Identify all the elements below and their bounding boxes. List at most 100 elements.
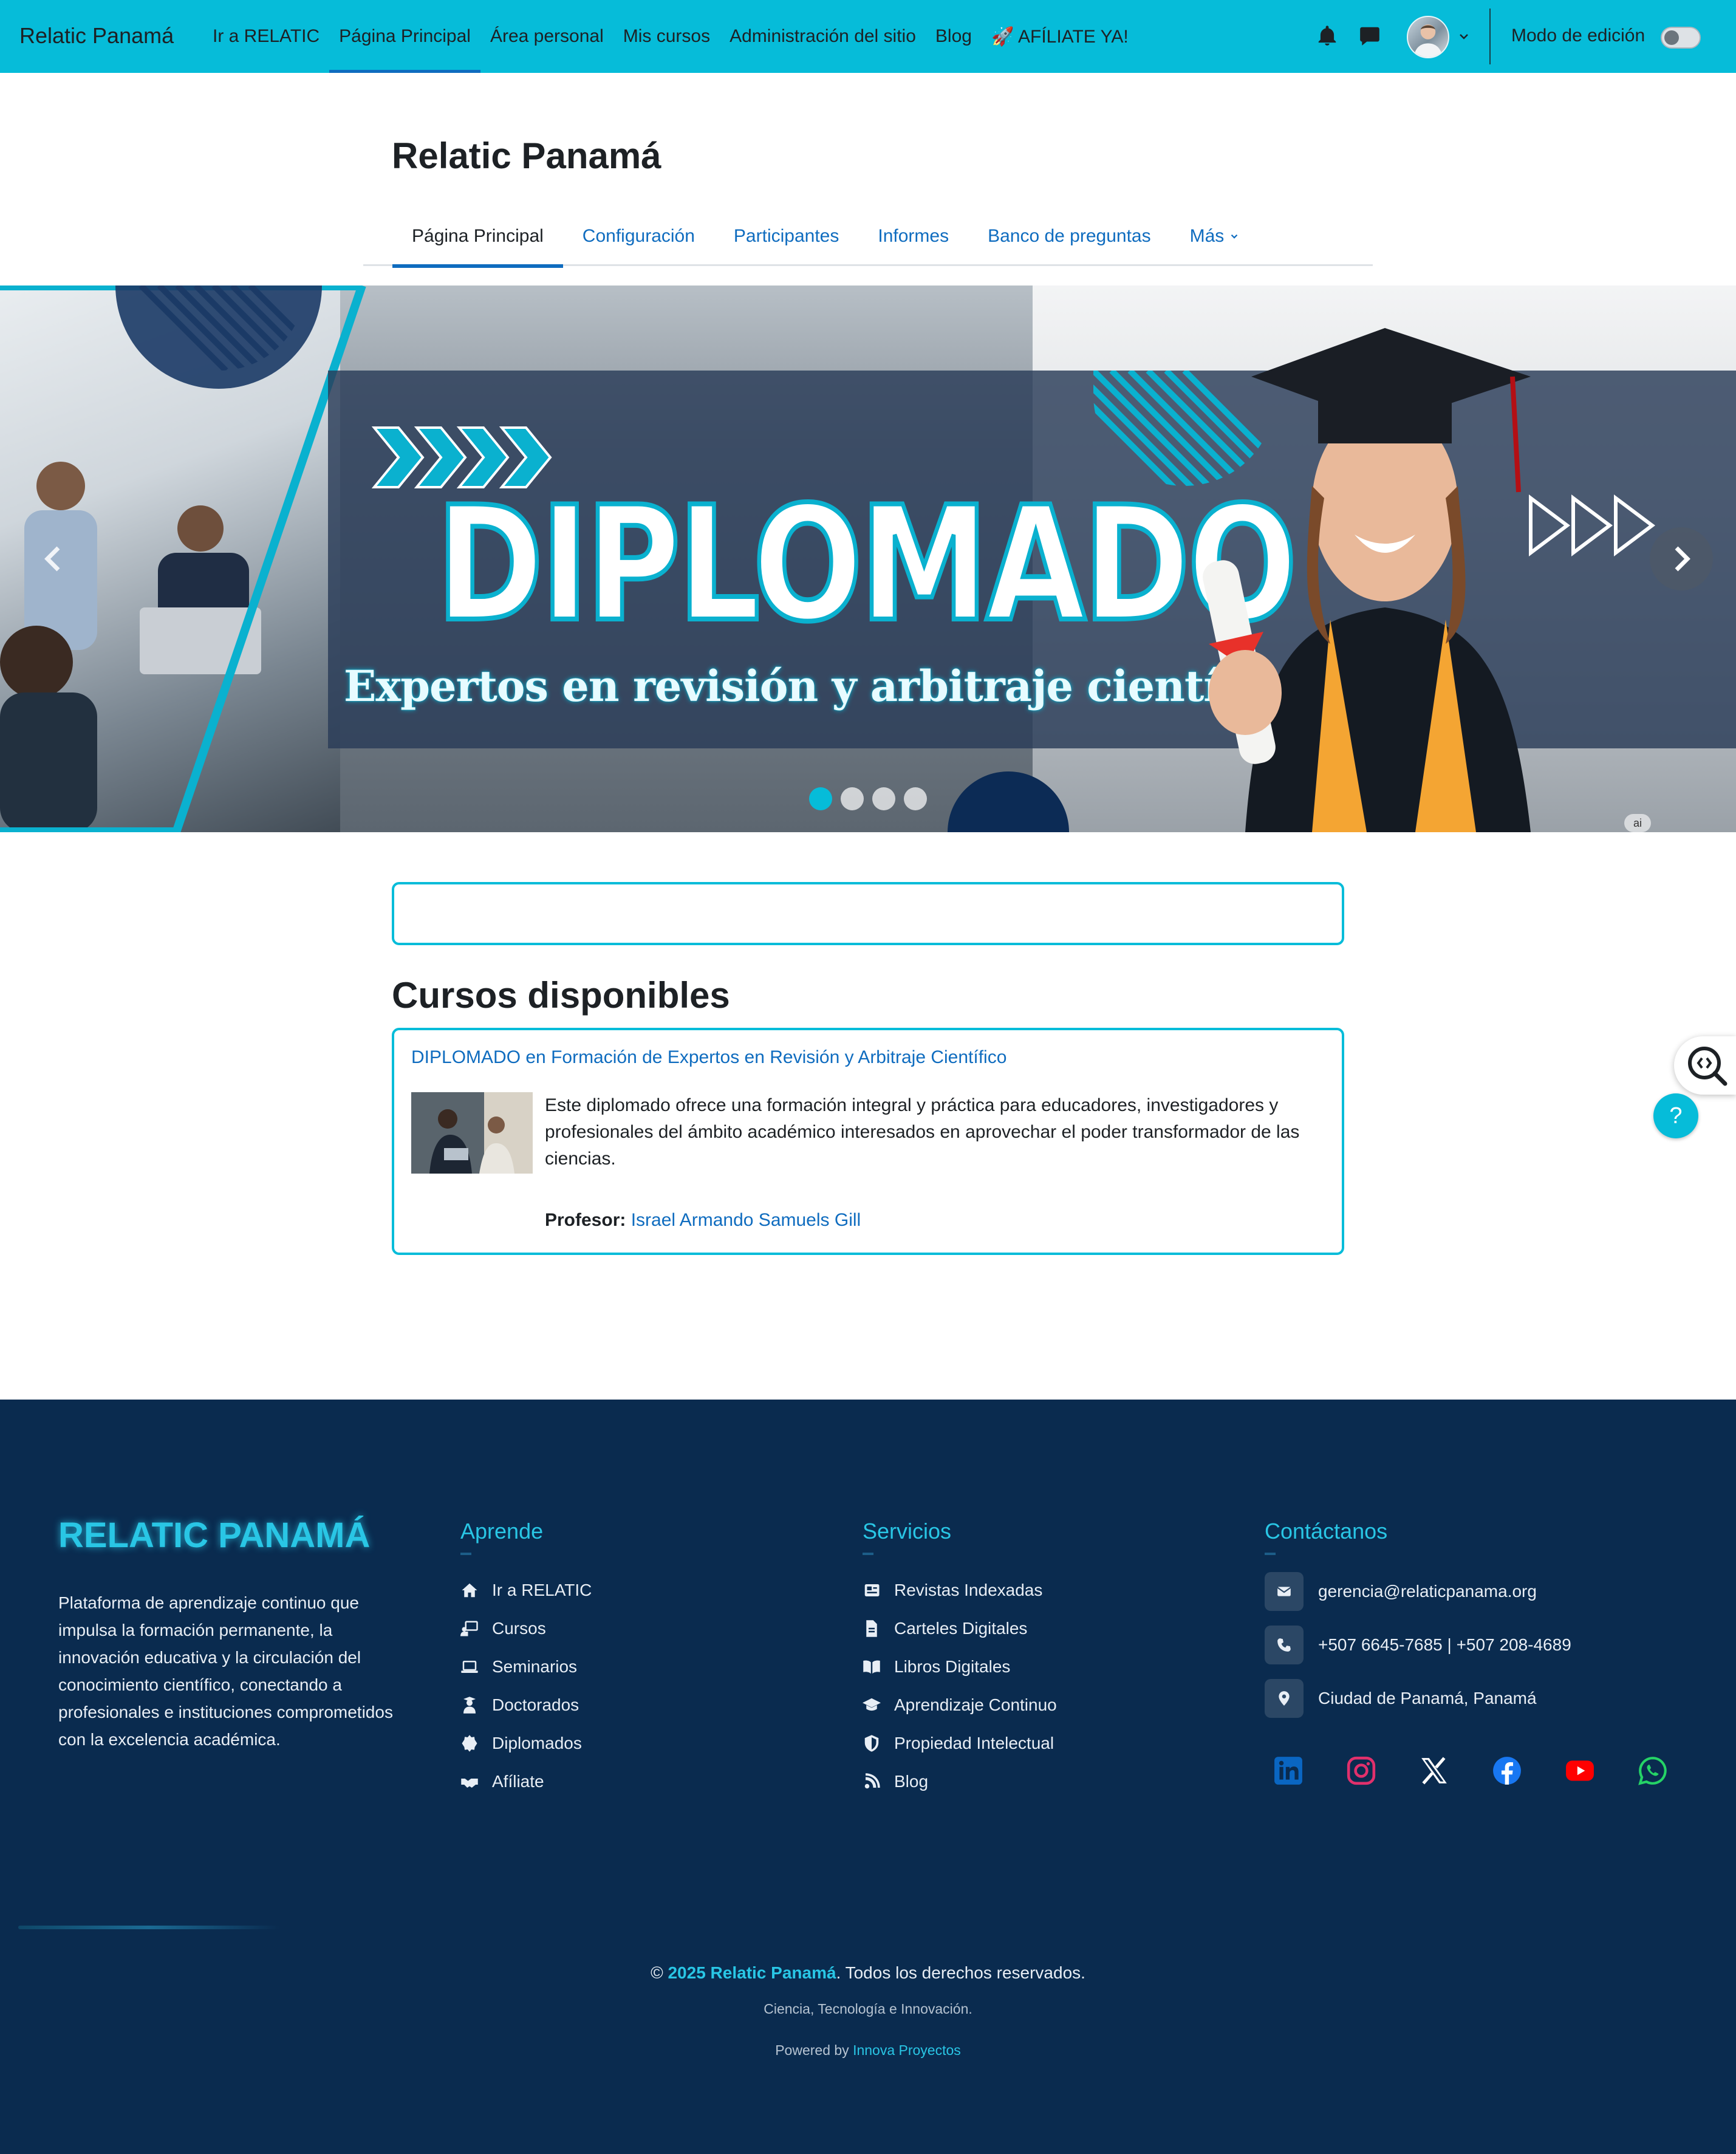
footer-link-label: Blog (894, 1771, 929, 1791)
carousel-indicators (809, 787, 927, 810)
avatar[interactable] (1407, 16, 1449, 58)
tab-mas[interactable]: Más (1170, 207, 1260, 266)
carousel-dot-2[interactable] (841, 787, 864, 810)
contact-email-text: gerencia@relaticpanama.org (1318, 1582, 1537, 1601)
course-image[interactable] (411, 1092, 533, 1174)
tab-participantes[interactable]: Participantes (714, 207, 858, 266)
footer-link-carteles[interactable]: Carteles Digitales (863, 1609, 1057, 1647)
nav-item-afiliate[interactable]: 🚀 AFÍLIATE YA! (982, 0, 1138, 73)
chevron-down-icon (1231, 234, 1238, 239)
teacher-name-link[interactable]: Israel Armando Samuels Gill (631, 1210, 861, 1230)
tab-pagina-principal[interactable]: Página Principal (363, 207, 563, 268)
footer-link-label: Cursos (492, 1618, 546, 1638)
footer-link-seminarios[interactable]: Seminarios (460, 1647, 592, 1686)
site-brand[interactable]: Relatic Panamá (19, 23, 174, 49)
contact-email[interactable]: gerencia@relaticpanama.org (1265, 1572, 1537, 1611)
course-search-box[interactable] (392, 882, 1344, 945)
footer-link-diplomados[interactable]: Diplomados (460, 1724, 592, 1762)
footer-tagline: Ciencia, Tecnología e Innovación. (764, 2001, 972, 2017)
nav-item-blog[interactable]: Blog (926, 0, 982, 73)
carousel-dot-3[interactable] (872, 787, 895, 810)
footer-link-label: Propiedad Intelectual (894, 1733, 1054, 1752)
blog-icon (864, 1773, 880, 1788)
bell-icon[interactable] (1316, 24, 1339, 47)
tab-banco-de-preguntas[interactable]: Banco de preguntas (968, 207, 1170, 266)
site-footer: RELATIC PANAMÁ Plataforma de aprendizaje… (0, 1400, 1736, 2154)
youtube-icon[interactable] (1565, 1756, 1595, 1786)
course-name-link[interactable]: DIPLOMADO en Formación de Expertos en Re… (411, 1047, 1006, 1068)
laptop-icon (461, 1660, 478, 1673)
stripes-decoration-top (138, 285, 305, 371)
code-search-icon (1688, 1047, 1727, 1086)
contact-phone[interactable]: +507 6645-7685 | +507 208-4689 (1265, 1626, 1571, 1664)
toggle-knob (1664, 30, 1679, 45)
powered-link[interactable]: Innova Proyectos (853, 2042, 961, 2058)
whatsapp-icon[interactable] (1638, 1756, 1668, 1786)
footer-link-label: Libros Digitales (894, 1657, 1011, 1676)
footer-learn-title: Aprende (460, 1519, 544, 1555)
nav-item-ir-a-relatic[interactable]: Ir a RELATIC (203, 0, 329, 73)
instagram-icon[interactable] (1346, 1756, 1376, 1786)
envelope-icon-box (1265, 1572, 1304, 1611)
carousel-next-button[interactable] (1650, 527, 1713, 590)
x-icon[interactable] (1419, 1756, 1449, 1786)
facebook-icon[interactable] (1492, 1756, 1522, 1786)
tab-configuracion[interactable]: Configuración (563, 207, 714, 266)
carousel-dot-1[interactable] (809, 787, 832, 810)
contact-phone-text: +507 6645-7685 | +507 208-4689 (1318, 1635, 1571, 1654)
accessibility-search-button[interactable] (1674, 1036, 1736, 1095)
chalkboard-teacher-icon (460, 1621, 478, 1636)
footer-divider-glow (18, 1926, 279, 1929)
location-icon-box (1265, 1679, 1304, 1718)
graduate-illustration (1203, 328, 1531, 832)
copyright-highlight: 2025 Relatic Panamá (668, 1963, 836, 1982)
footer-link-label: Doctorados (492, 1695, 579, 1714)
footer-link-label: Revistas Indexadas (894, 1580, 1043, 1599)
footer-link-libros[interactable]: Libros Digitales (863, 1647, 1057, 1686)
edit-mode-toggle[interactable] (1661, 27, 1701, 49)
carousel-dot-4[interactable] (904, 787, 927, 810)
nav-item-area-personal[interactable]: Área personal (480, 0, 613, 73)
footer-link-aprendizaje[interactable]: Aprendizaje Continuo (863, 1686, 1057, 1724)
banner-subtitle: Expertos en revisión y arbitraje científ… (344, 661, 1306, 711)
footer-link-label: Seminarios (492, 1657, 578, 1676)
book-open-icon (863, 1660, 880, 1674)
chevron-down-icon[interactable] (1457, 29, 1471, 44)
footer-link-blog[interactable]: Blog (863, 1762, 1057, 1800)
footer-services-list: Revistas Indexadas Carteles Digitales Li… (863, 1571, 1057, 1800)
footer-link-cursos[interactable]: Cursos (460, 1609, 592, 1647)
envelope-icon (1277, 1587, 1291, 1596)
nav-item-pagina-principal[interactable]: Página Principal (329, 0, 480, 73)
edit-mode-label: Modo de edición (1511, 26, 1645, 46)
footer-description: Plataforma de aprendizaje continuo que i… (58, 1593, 393, 1749)
footer-powered-by: Powered by Innova Proyectos (0, 2042, 1736, 2059)
nav-item-mis-cursos[interactable]: Mis cursos (613, 0, 720, 73)
footer-services-title: Servicios (863, 1519, 952, 1555)
nav-item-administracion[interactable]: Administración del sitio (720, 0, 926, 73)
footer-link-revistas[interactable]: Revistas Indexadas (863, 1571, 1057, 1609)
map-marker-icon (1279, 1691, 1290, 1706)
footer-link-label: Aprendizaje Continuo (894, 1695, 1057, 1714)
footer-logo: RELATIC PANAMÁ (58, 1516, 371, 1555)
footer-link-label: Carteles Digitales (894, 1618, 1028, 1638)
footer-link-label: Afíliate (492, 1771, 544, 1791)
banner-carousel: DIPLOMADO Expertos en revisión y arbitra… (0, 285, 1736, 832)
footer-link-ir-a-relatic[interactable]: Ir a RELATIC (460, 1571, 592, 1609)
certificate-icon (462, 1734, 477, 1752)
help-button[interactable]: ? (1653, 1093, 1698, 1138)
linkedin-icon[interactable] (1273, 1756, 1304, 1786)
footer-link-afiliate[interactable]: Afíliate (460, 1762, 592, 1800)
copyright-prefix: © (651, 1963, 668, 1982)
tab-informes[interactable]: Informes (858, 207, 968, 266)
tab-mas-label: Más (1189, 226, 1225, 246)
ai-badge: ai (1624, 814, 1651, 832)
footer-link-label: Ir a RELATIC (492, 1580, 592, 1599)
footer-link-doctorados[interactable]: Doctorados (460, 1686, 592, 1724)
chevron-right-icon (1675, 546, 1690, 572)
chat-icon[interactable] (1358, 24, 1381, 47)
carousel-prev-button[interactable] (22, 527, 85, 590)
course-summary: Este diplomado ofrece una formación inte… (545, 1095, 1300, 1169)
footer-link-propiedad[interactable]: Propiedad Intelectual (863, 1724, 1057, 1762)
user-graduate-icon (463, 1696, 476, 1714)
graduation-cap-icon (863, 1698, 881, 1711)
